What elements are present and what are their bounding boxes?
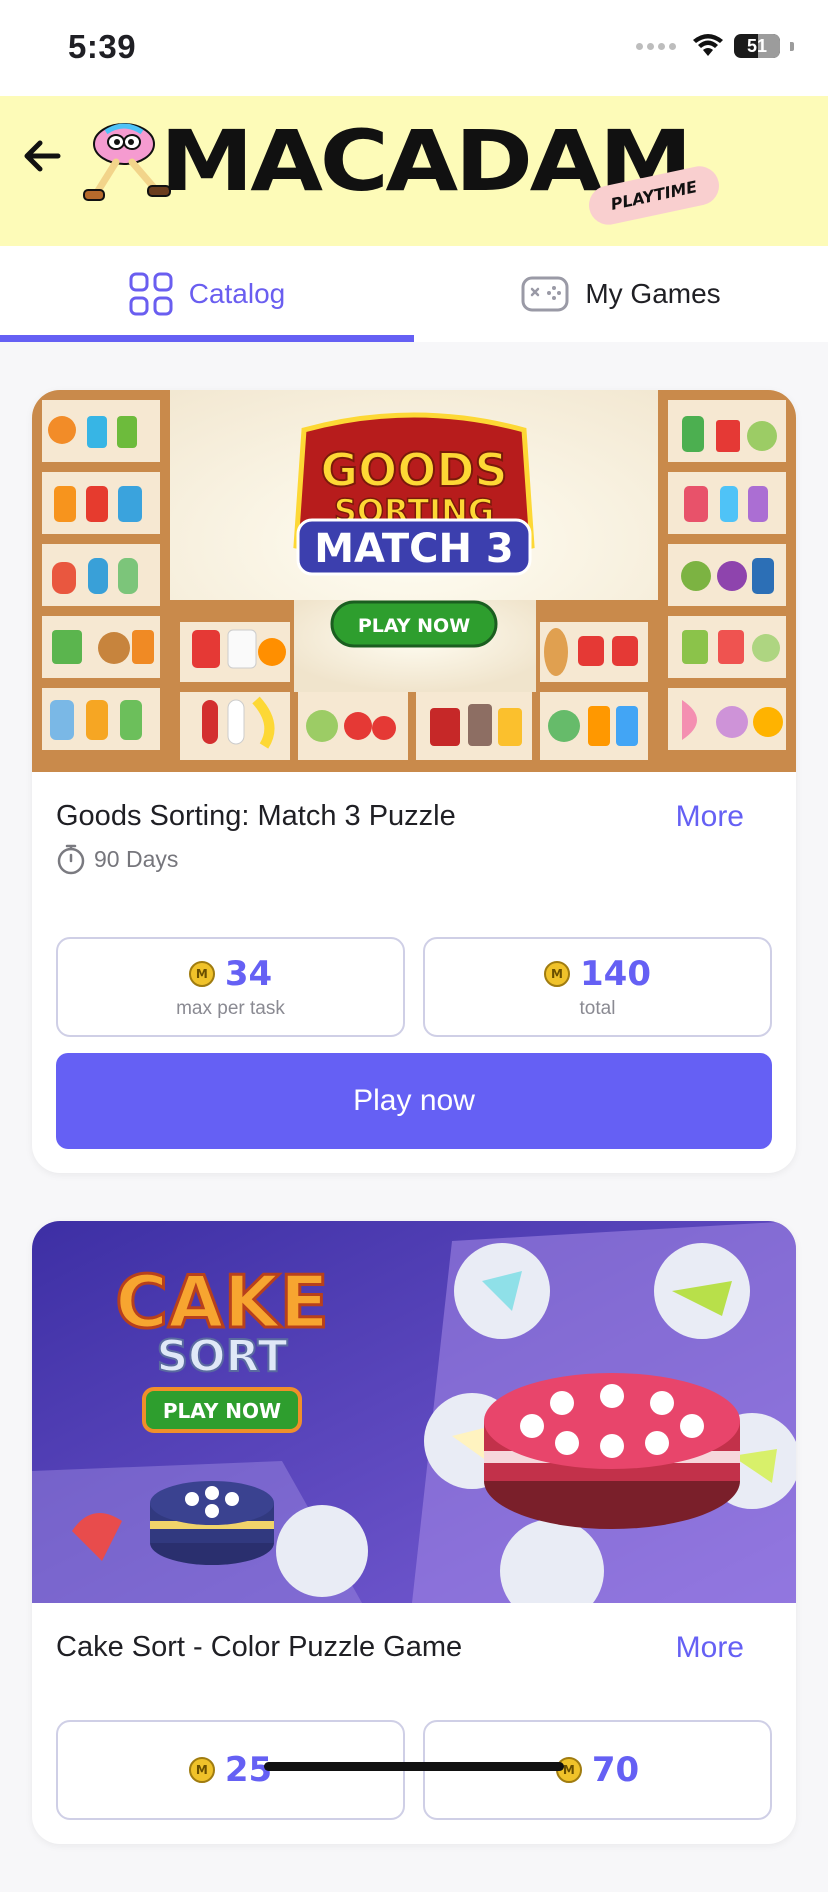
total-label: total <box>579 998 616 1019</box>
brand-header: MACADAM PLAYTIME <box>0 96 828 246</box>
battery-cap <box>790 41 794 51</box>
banner-title-line3: MATCH 3 <box>314 526 514 572</box>
banner-title-line1: GOODS <box>320 443 507 497</box>
wifi-icon <box>693 34 723 56</box>
max-per-task-stat: M 34 max per task <box>56 937 405 1037</box>
duration-text: 90 Days <box>94 845 179 872</box>
banner-cta: PLAY NOW <box>163 1399 281 1423</box>
battery-level: 51 <box>746 35 768 56</box>
game-banner-image[interactable]: CAKE SORT PLAY NOW <box>32 1221 796 1603</box>
stopwatch-icon <box>57 844 85 875</box>
game-title: Goods Sorting: Match 3 Puzzle <box>56 800 456 832</box>
coin-icon: M <box>544 961 570 987</box>
back-arrow-icon[interactable] <box>18 132 66 180</box>
coin-icon: M <box>188 961 215 987</box>
max-per-task-value: 34 <box>224 954 273 994</box>
cellular-signal-icon <box>636 42 676 50</box>
game-title: Cake Sort - Color Puzzle Game <box>56 1631 463 1663</box>
more-link[interactable]: More <box>676 1631 744 1665</box>
status-bar: 5:39 51 <box>0 0 828 96</box>
card-body: Cake Sort - Color Puzzle Game More M 25 … <box>32 1603 796 1844</box>
tab-bar: Catalog My Games <box>0 246 828 342</box>
game-banner-image[interactable]: GOODS SORTING MATCH 3 PLAY NOW <box>32 390 796 772</box>
total-stat: M 140 total <box>423 937 772 1037</box>
gamepad-icon <box>521 276 569 312</box>
game-feed: GOODS SORTING MATCH 3 PLAY NOW Goods Sor… <box>32 390 796 1892</box>
total-value: 140 <box>580 954 651 994</box>
status-time: 5:39 <box>68 28 137 65</box>
home-indicator[interactable] <box>264 1762 564 1771</box>
duration-info: 90 Days <box>56 843 772 875</box>
more-link[interactable]: More <box>676 800 744 834</box>
max-per-task-label: max per task <box>176 998 285 1019</box>
battery-icon: 51 <box>734 34 780 58</box>
tab-my-games-label: My Games <box>585 278 721 309</box>
play-now-button[interactable]: Play now <box>56 1053 772 1149</box>
game-card: CAKE SORT PLAY NOW Cake Sort - Color Puz… <box>32 1221 796 1844</box>
grid-icon <box>129 272 173 316</box>
banner-cta: PLAY NOW <box>358 615 470 637</box>
mascot-logo-icon <box>83 123 171 201</box>
total-value: 70 <box>591 1750 640 1790</box>
game-card: GOODS SORTING MATCH 3 PLAY NOW Goods Sor… <box>32 390 796 1173</box>
tab-catalog-label: Catalog <box>188 278 286 309</box>
tab-catalog[interactable]: Catalog <box>0 246 414 342</box>
banner-title-line2: SORT <box>156 1331 287 1382</box>
coin-icon: M <box>188 1757 215 1783</box>
reward-stats: M 34 max per task M 140 total <box>56 937 772 1037</box>
tab-my-games[interactable]: My Games <box>414 246 828 342</box>
status-icons: 51 <box>636 34 794 58</box>
card-body: Goods Sorting: Match 3 Puzzle More 90 Da… <box>32 772 796 1173</box>
active-tab-indicator <box>0 335 414 342</box>
